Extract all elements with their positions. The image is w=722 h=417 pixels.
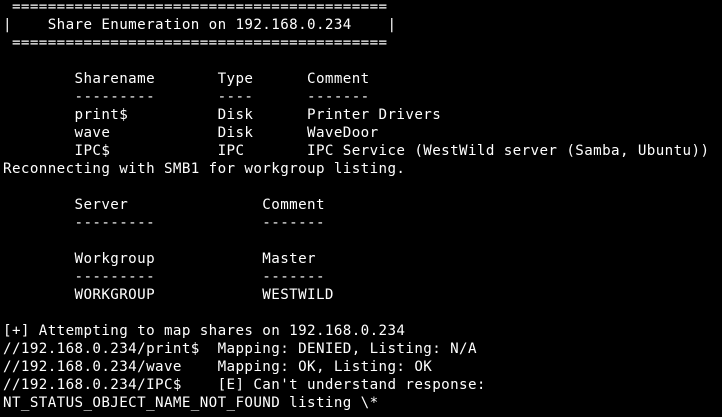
share-row-wave: wave Disk WaveDoor bbox=[3, 125, 379, 141]
share-table-separator: --------- ---- ------- bbox=[3, 89, 370, 105]
terminal-window[interactable]: ========================================… bbox=[0, 0, 722, 417]
workgroup-row: WORKGROUP WESTWILD bbox=[3, 287, 334, 303]
reconnect-message: Reconnecting with SMB1 for workgroup lis… bbox=[3, 161, 406, 177]
share-row-print: print$ Disk Printer Drivers bbox=[3, 107, 442, 123]
mapping-result-wave: //192.168.0.234/wave Mapping: OK, Listin… bbox=[3, 359, 433, 375]
share-row-ipc: IPC$ IPC IPC Service (WestWild server (S… bbox=[3, 143, 710, 159]
workgroup-table-separator: --------- ------- bbox=[3, 269, 325, 285]
header-border-bottom: ========================================… bbox=[3, 35, 388, 51]
share-table-header: Sharename Type Comment bbox=[3, 71, 370, 87]
mapping-result-ipc: //192.168.0.234/IPC$ [E] Can't understan… bbox=[3, 377, 486, 393]
server-table-header: Server Comment bbox=[3, 197, 325, 213]
mapping-result-print: //192.168.0.234/print$ Mapping: DENIED, … bbox=[3, 341, 477, 357]
workgroup-table-header: Workgroup Master bbox=[3, 251, 316, 267]
server-table-separator: --------- ------- bbox=[3, 215, 325, 231]
header-title: | Share Enumeration on 192.168.0.234 | bbox=[3, 17, 397, 33]
header-border-top: ========================================… bbox=[3, 0, 388, 15]
mapping-error-detail: NT_STATUS_OBJECT_NAME_NOT_FOUND listing … bbox=[3, 395, 379, 411]
map-shares-status: [+] Attempting to map shares on 192.168.… bbox=[3, 323, 406, 339]
